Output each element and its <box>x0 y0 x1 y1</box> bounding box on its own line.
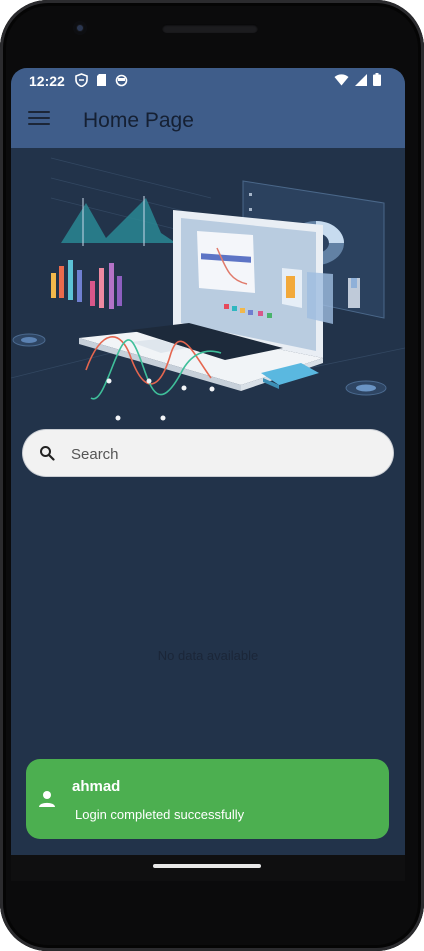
menu-icon-line <box>28 111 50 113</box>
status-bar: 12:22 <box>11 68 405 94</box>
screen: 12:22 Home Page Search No data available… <box>11 68 405 855</box>
menu-icon-line <box>28 117 50 119</box>
search-bar[interactable] <box>23 430 393 476</box>
person-icon <box>39 791 55 807</box>
status-right-icons <box>334 73 381 86</box>
navigation-bar <box>11 855 405 881</box>
battery-icon <box>373 73 381 86</box>
toast-message: Login completed successfully <box>75 807 245 822</box>
wifi-icon <box>334 73 349 85</box>
search-icon <box>40 446 55 461</box>
android-debug-icon <box>115 74 128 87</box>
page-title: Home Page <box>83 109 194 132</box>
cellular-signal-icon <box>355 73 367 86</box>
status-time: 12:22 <box>29 73 65 89</box>
login-toast[interactable]: ahmad Login completed successfully <box>26 759 389 839</box>
empty-state-message: No data available <box>157 648 259 663</box>
app-bar: Home Page <box>11 94 405 148</box>
home-gesture-handle[interactable] <box>153 864 261 868</box>
status-left-icons <box>75 73 128 87</box>
toast-title: ahmad <box>72 778 121 795</box>
hero-illustration <box>11 157 405 421</box>
front-camera <box>73 21 87 35</box>
sd-card-icon <box>97 74 106 86</box>
shield-icon <box>75 73 88 87</box>
menu-button[interactable] <box>28 111 50 129</box>
menu-icon-line <box>28 123 50 125</box>
earpiece-speaker <box>162 24 258 33</box>
phone-frame: 12:22 Home Page Search No data available… <box>0 0 424 951</box>
search-input[interactable] <box>69 439 373 469</box>
